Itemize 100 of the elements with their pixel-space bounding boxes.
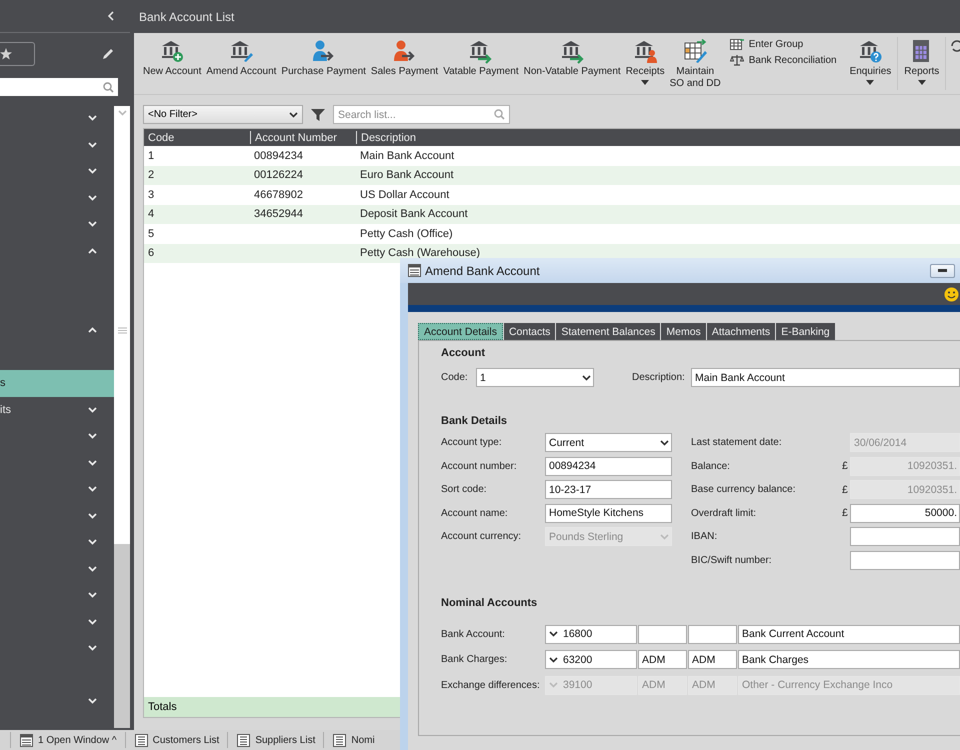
chevron-down-icon[interactable]	[88, 221, 97, 228]
account-select[interactable]: 16800	[545, 624, 637, 644]
input-field[interactable]: 50000.	[850, 504, 960, 522]
field-label: Sort code:	[441, 484, 488, 495]
description-field[interactable]: Main Bank Account	[691, 368, 960, 387]
input-field[interactable]: ADM	[688, 650, 737, 669]
filter-icon[interactable]	[311, 108, 325, 122]
tab[interactable]: Attachments	[706, 323, 776, 340]
person-arrow-icon	[311, 39, 336, 64]
chevron-down-icon[interactable]	[88, 168, 97, 174]
toolbar-button[interactable]: Receipts	[624, 37, 667, 87]
input-field[interactable]: Bank Current Account	[738, 624, 960, 644]
toolbar-button[interactable]: Non-Vatable Payment	[522, 37, 623, 80]
star-icon	[0, 48, 12, 60]
chevron-down-icon[interactable]	[88, 433, 97, 440]
chevron-down-icon[interactable]	[88, 566, 97, 572]
toolbar-button[interactable]: Reports	[902, 37, 942, 87]
tab[interactable]: Account Details	[418, 323, 503, 340]
grip-icon	[118, 326, 126, 334]
table-cell-text: 4	[147, 208, 156, 220]
toolbar-button[interactable]: Enquiries	[848, 37, 894, 87]
grid-pencil-icon	[682, 39, 708, 64]
minimize-button[interactable]	[930, 264, 955, 278]
search-icon	[494, 109, 505, 120]
refresh-icon[interactable]	[950, 39, 960, 53]
scrollbar[interactable]	[114, 106, 130, 728]
list-icon	[333, 734, 346, 746]
field-label: Description:	[632, 372, 686, 383]
input-field[interactable]	[850, 550, 960, 570]
field-label: Bank Charges:	[441, 654, 508, 665]
chevron-down-icon[interactable]	[88, 142, 97, 148]
tab[interactable]: Contacts	[504, 323, 556, 340]
toolbar-button[interactable]: Amend Account	[204, 37, 278, 80]
field-label: Account currency:	[441, 531, 522, 542]
toolbar-button[interactable]: Vatable Payment	[441, 37, 521, 80]
code-select[interactable]: 1	[476, 368, 594, 387]
input-field[interactable]: HomeStyle Kitchens	[545, 504, 672, 522]
chevron-down-icon[interactable]	[88, 406, 97, 413]
input-field[interactable]: ADM	[638, 650, 687, 669]
table-cell-text: 1	[147, 150, 156, 162]
currency-symbol: £	[842, 507, 849, 519]
bank-person-icon	[632, 39, 658, 64]
input-field[interactable]: Bank Charges	[738, 650, 960, 669]
table-cell-text: Petty Cash (Office)	[359, 228, 454, 240]
pencil-icon[interactable]	[102, 48, 114, 60]
column-header[interactable]: Account Number	[250, 131, 356, 144]
taskbar-item[interactable]: Suppliers List	[227, 732, 324, 748]
window-icon	[20, 734, 33, 746]
table-cell-text: 34652944	[253, 208, 304, 220]
chevron-down-icon[interactable]	[88, 698, 97, 704]
toolbar-button[interactable]: Enter Group	[730, 37, 837, 51]
search-icon	[103, 82, 114, 92]
window-icon	[408, 264, 421, 277]
toolbar-button[interactable]: Maintain SO and DD	[668, 37, 723, 92]
taskbar-item[interactable]: 1 Open Window ^	[10, 732, 125, 748]
column-header[interactable]: Code	[144, 131, 250, 144]
field-label: Bank Account:	[441, 628, 506, 640]
search-field[interactable]: Search list...	[333, 105, 510, 124]
taskbar-item[interactable]: Nomi	[323, 732, 383, 748]
chevron-down-icon[interactable]	[88, 645, 97, 652]
input-field[interactable]	[638, 624, 687, 644]
table-cell-text: 00126224	[253, 169, 304, 182]
chevron-down-icon[interactable]	[88, 618, 97, 625]
field-label: Account type:	[441, 437, 503, 448]
collapse-icon[interactable]	[108, 11, 114, 21]
toolbar-button[interactable]: Sales Payment	[368, 37, 440, 80]
chevron-down-icon[interactable]	[88, 194, 97, 201]
account-select[interactable]: 63200	[545, 650, 637, 669]
column-header[interactable]: Description	[356, 131, 960, 144]
tab[interactable]: Memos	[661, 323, 706, 340]
sidebar-item[interactable]: its	[0, 404, 11, 416]
select-field[interactable]: Current	[545, 433, 672, 452]
chevron-down-icon[interactable]	[88, 460, 97, 466]
chevron-up-icon[interactable]	[88, 248, 97, 254]
sidebar-item[interactable]: s	[0, 370, 114, 396]
section-heading: Nominal Accounts	[441, 596, 538, 610]
scales-icon	[730, 54, 744, 66]
tab[interactable]: E-Banking	[776, 323, 835, 340]
input-field[interactable]: 00894234	[545, 456, 672, 476]
favourites-field[interactable]	[0, 42, 35, 66]
list-icon	[134, 734, 148, 746]
table-cell-text: Petty Cash (Warehouse)	[359, 247, 482, 260]
bank-arrow-icon	[560, 39, 585, 64]
input-field[interactable]	[850, 527, 960, 546]
chevron-down-icon[interactable]	[88, 512, 97, 519]
chevron-up-icon[interactable]	[88, 327, 97, 334]
input-field[interactable]: 10-23-17	[545, 480, 672, 499]
input-field[interactable]	[688, 624, 737, 644]
toolbar-button[interactable]: Bank Reconciliation	[730, 53, 837, 67]
table-cell-text: 2	[147, 169, 156, 182]
filter-select[interactable]: <No Filter>	[143, 105, 303, 124]
search-field[interactable]	[0, 78, 118, 96]
chevron-down-icon[interactable]	[88, 539, 97, 546]
chevron-down-icon[interactable]	[88, 592, 97, 598]
toolbar-button[interactable]: Purchase Payment	[279, 37, 368, 80]
taskbar-item[interactable]: Customers List	[124, 732, 228, 748]
chevron-down-icon[interactable]	[88, 486, 97, 492]
chevron-down-icon[interactable]	[88, 115, 97, 122]
toolbar-button[interactable]: New Account	[141, 37, 204, 80]
tab[interactable]: Statement Balances	[556, 323, 660, 340]
